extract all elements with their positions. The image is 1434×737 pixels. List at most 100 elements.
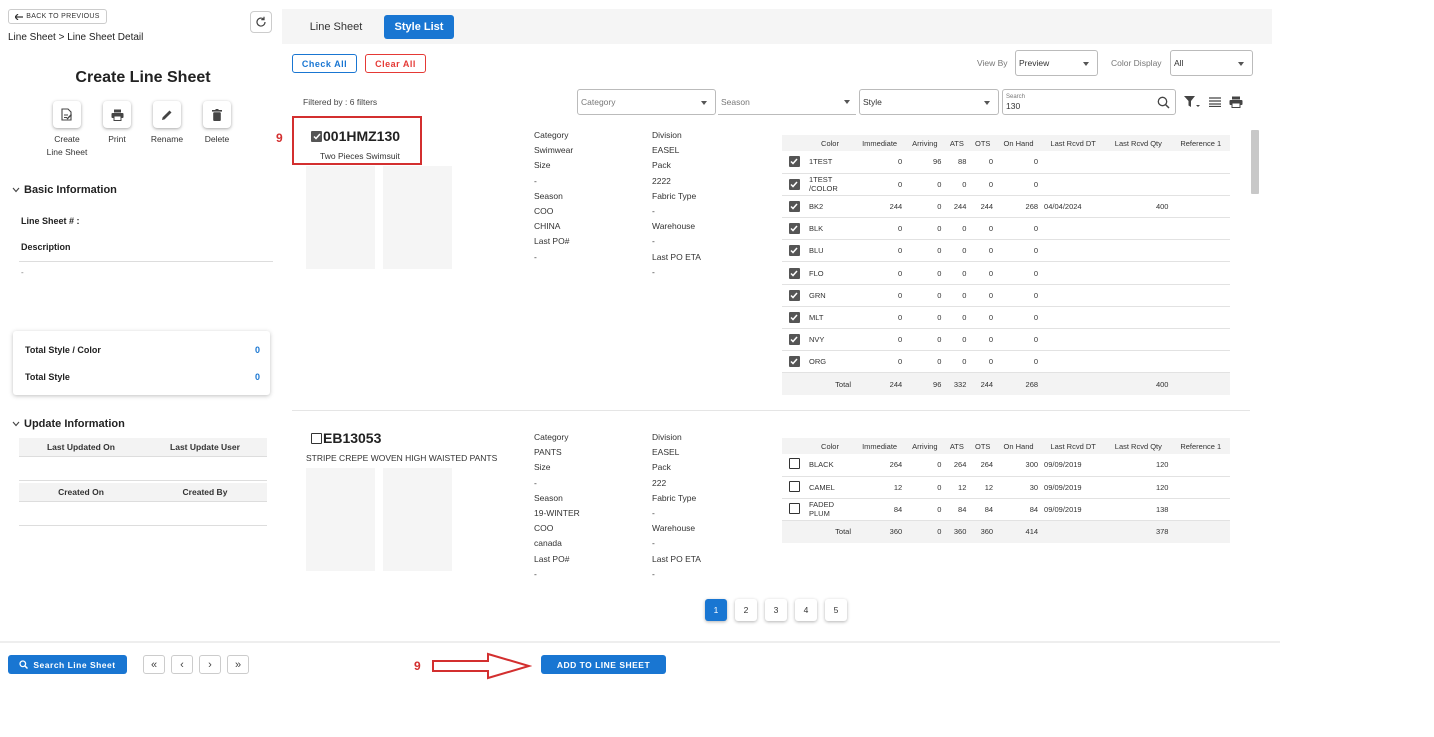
total-qty-cell: 378	[1105, 520, 1172, 543]
delete-button[interactable]: Delete	[192, 101, 242, 159]
row-checkbox-cell	[782, 328, 806, 352]
attribute-text: -	[534, 175, 537, 186]
total-onhand-cell: 414	[996, 520, 1042, 543]
row-checkbox[interactable]	[788, 156, 800, 168]
ref-cell	[1171, 239, 1230, 263]
row-checkbox[interactable]	[788, 458, 800, 470]
row-checkbox[interactable]	[788, 480, 800, 492]
row-checkbox[interactable]	[788, 356, 800, 368]
immediate-cell: 0	[854, 284, 906, 307]
page-button-1[interactable]: 1	[705, 599, 727, 621]
table-row: BK2 244 0 244 244 268 04/04/2024 400	[782, 195, 1230, 219]
check-all-button[interactable]: Check All	[292, 54, 357, 73]
list-view-icon[interactable]	[1209, 97, 1221, 107]
row-checkbox-cell	[782, 284, 806, 307]
arriving-cell: 96	[905, 151, 945, 174]
attribute-text: -	[652, 266, 655, 277]
qty-cell	[1105, 217, 1172, 241]
attribute-text: -	[534, 477, 537, 488]
refresh-button[interactable]	[250, 11, 272, 33]
back-to-previous-button[interactable]: BACK TO PREVIOUS	[8, 9, 107, 24]
qty-cell	[1105, 306, 1172, 330]
color-cell: CAMEL	[806, 476, 854, 499]
print-label: Print	[108, 134, 126, 144]
row-checkbox[interactable]	[788, 502, 800, 514]
ref-cell	[1171, 261, 1230, 285]
page-button-5[interactable]: 5	[825, 599, 847, 621]
attribute-text: Division	[652, 130, 682, 140]
check-icon	[790, 158, 798, 165]
row-checkbox[interactable]	[788, 289, 800, 301]
scrollbar-thumb[interactable]	[1251, 130, 1259, 194]
ats-cell: 0	[944, 261, 970, 285]
next-record-button[interactable]: ›	[199, 655, 221, 674]
search-input[interactable]: Search 130	[1002, 89, 1176, 115]
style-checkbox[interactable]	[311, 130, 322, 142]
column-header-reference-1: Reference 1	[1171, 438, 1230, 454]
total-style-color-value: 0	[254, 345, 260, 355]
attribute-text: Warehouse	[652, 221, 696, 232]
breadcrumb: Line Sheet > Line Sheet Detail	[8, 32, 144, 43]
ots-cell: 0	[969, 261, 997, 285]
search-line-sheet-label: Search Line Sheet	[33, 659, 116, 670]
row-checkbox[interactable]	[788, 200, 800, 212]
onhand-cell: 30	[996, 476, 1042, 499]
row-checkbox[interactable]	[788, 334, 800, 346]
category-filter[interactable]: Category	[577, 89, 716, 115]
ots-cell: 0	[969, 239, 997, 263]
print-icon[interactable]	[1229, 96, 1243, 108]
row-checkbox-cell	[782, 217, 806, 241]
tab-line-sheet[interactable]: Line Sheet	[299, 15, 373, 39]
style-checkbox[interactable]	[311, 432, 322, 444]
dt-cell	[1041, 328, 1106, 352]
page-button-4[interactable]: 4	[795, 599, 817, 621]
create-line-sheet-button[interactable]: Create Line Sheet	[42, 101, 92, 159]
ats-cell: 0	[944, 350, 970, 374]
style-code[interactable]: 001HMZ130	[311, 128, 400, 144]
search-line-sheet-button[interactable]: Search Line Sheet	[8, 655, 127, 674]
arrow-left-icon	[15, 13, 24, 20]
attribute-text: Pack	[652, 462, 671, 473]
style-image	[306, 468, 375, 571]
row-checkbox[interactable]	[788, 245, 800, 257]
row-checkbox[interactable]	[788, 178, 800, 190]
column-header-immediate: Immediate	[854, 135, 906, 151]
color-table-wrapper: Color Immediate Arriving ATS OTS On Hand Last …	[782, 438, 1230, 543]
totals-card: Total Style / Color 0 Total Style 0	[13, 331, 270, 395]
table-header-row: Color Immediate Arriving ATS OTS On Hand Last …	[782, 135, 1230, 151]
row-checkbox[interactable]	[788, 267, 800, 279]
row-checkbox[interactable]	[788, 311, 800, 323]
tab-style-list[interactable]: Style List	[384, 15, 454, 39]
row-checkbox[interactable]	[788, 223, 800, 235]
last-record-button[interactable]: »	[227, 655, 249, 674]
filter-icon[interactable]	[1184, 96, 1200, 108]
print-button[interactable]: Print	[92, 101, 142, 159]
previous-record-button[interactable]: ‹	[171, 655, 193, 674]
page-button-2[interactable]: 2	[735, 599, 757, 621]
column-header-last-rcvd-qty: Last Rcvd Qty	[1105, 135, 1172, 151]
table-row: 1TEST 0 96 88 0 0	[782, 151, 1230, 174]
attribute-text: Fabric Type	[652, 492, 697, 503]
total-ots-cell: 244	[969, 372, 997, 396]
column-header-last-rcvd-qty: Last Rcvd Qty	[1105, 438, 1172, 454]
total-label-cell: Total	[806, 520, 854, 543]
view-by-select[interactable]: Preview	[1015, 50, 1098, 76]
color-display-select[interactable]: All	[1170, 50, 1253, 76]
double-chevron-right-icon: »	[234, 658, 242, 671]
total-style-label: Total Style	[25, 372, 70, 382]
table-row: NVY 0 0 0 0 0	[782, 328, 1230, 352]
column-header-last-rcvd-dt: Last Rcvd DT	[1041, 135, 1106, 151]
basic-info-toggle[interactable]: Basic Information	[12, 184, 117, 196]
style-code[interactable]: EB13053	[311, 430, 381, 446]
total-ats-cell: 360	[944, 520, 970, 543]
ots-cell: 0	[969, 306, 997, 330]
clear-all-button[interactable]: Clear All	[365, 54, 426, 73]
page-button-3[interactable]: 3	[765, 599, 787, 621]
style-filter[interactable]: Style	[859, 89, 999, 115]
onhand-cell: 0	[996, 328, 1042, 352]
add-to-line-sheet-button[interactable]: ADD TO LINE SHEET	[541, 655, 666, 674]
update-info-toggle[interactable]: Update Information	[12, 418, 125, 430]
season-filter[interactable]: Season	[718, 89, 856, 115]
rename-button[interactable]: Rename	[142, 101, 192, 159]
first-record-button[interactable]: «	[143, 655, 165, 674]
